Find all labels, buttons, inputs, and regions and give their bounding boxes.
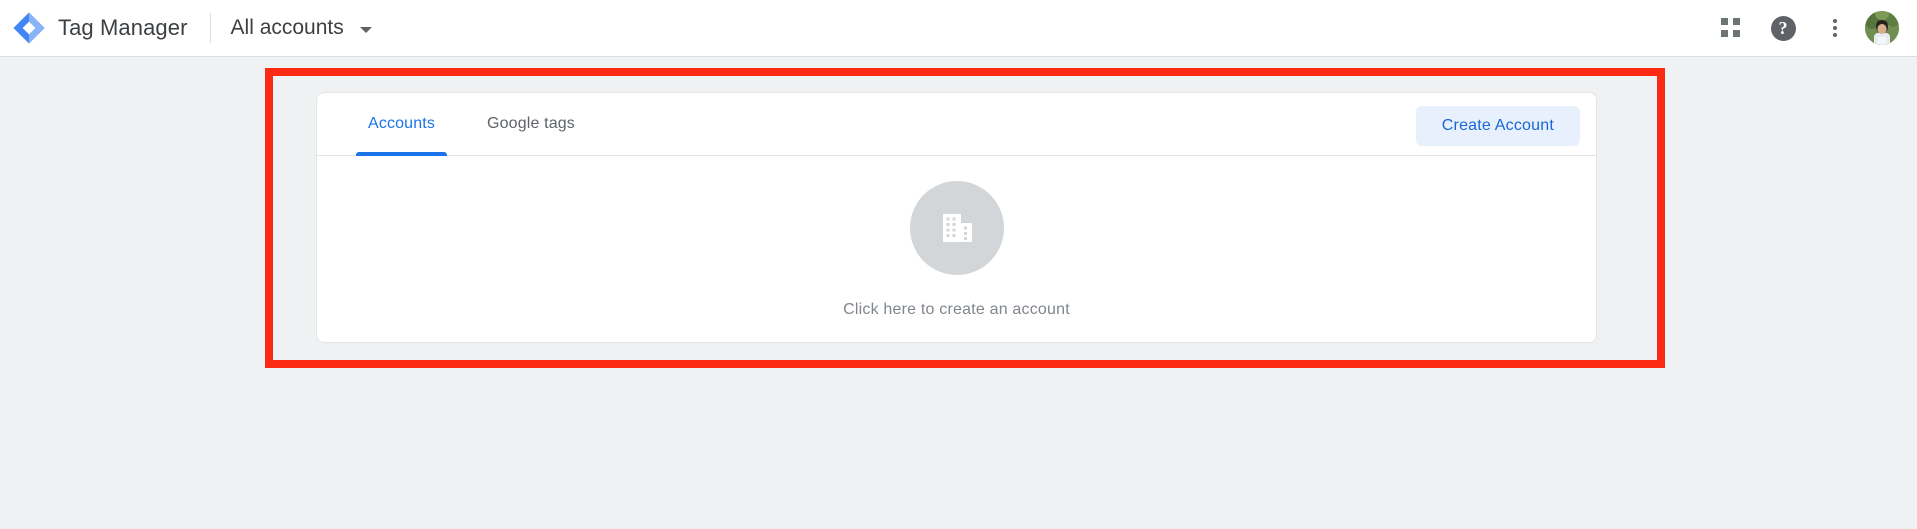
- apps-grid-button[interactable]: [1709, 6, 1753, 50]
- user-avatar[interactable]: [1865, 11, 1899, 45]
- app-header: Tag Manager All accounts ?: [0, 0, 1917, 57]
- brand-block[interactable]: Tag Manager: [0, 11, 188, 45]
- page-title: Tag Manager: [58, 15, 188, 40]
- apps-grid-icon: [1721, 18, 1741, 38]
- tab-accounts[interactable]: Accounts: [356, 93, 448, 156]
- empty-state-icon-circle: [909, 180, 1004, 275]
- header-actions: ?: [1709, 6, 1917, 50]
- card-toolbar: Accounts Google tags Create Account: [317, 93, 1596, 156]
- tag-manager-diamond-logo[interactable]: [12, 11, 46, 45]
- help-button[interactable]: ?: [1761, 6, 1805, 50]
- accounts-card: Accounts Google tags Create Account Clic…: [316, 92, 1597, 343]
- tab-google-tags-label: Google tags: [487, 115, 575, 132]
- help-circle-icon: ?: [1770, 15, 1796, 41]
- chevron-down-icon[interactable]: [359, 26, 372, 33]
- account-switcher[interactable]: All accounts: [231, 16, 372, 40]
- account-switcher-label: All accounts: [230, 16, 344, 39]
- empty-state-create-account[interactable]: Click here to create an account: [317, 156, 1596, 343]
- empty-state-caption: Click here to create an account: [843, 300, 1070, 318]
- tab-google-tags[interactable]: Google tags: [475, 93, 587, 155]
- kebab-menu-icon: [1825, 17, 1845, 39]
- tab-accounts-label: Accounts: [368, 115, 436, 132]
- more-options-button[interactable]: [1813, 6, 1857, 50]
- header-divider: [209, 13, 211, 43]
- tab-list: Accounts Google tags: [317, 93, 587, 156]
- create-account-button[interactable]: Create Account: [1415, 106, 1580, 146]
- office-building-icon: [942, 213, 972, 242]
